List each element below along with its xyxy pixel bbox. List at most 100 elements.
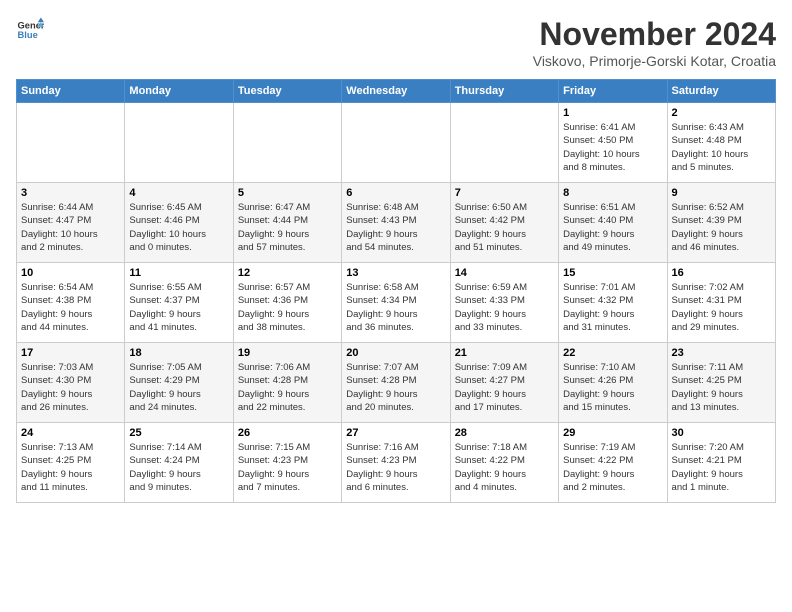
day-cell: 9 Sunrise: 6:52 AM Sunset: 4:39 PM Daylig…: [667, 183, 775, 263]
day-info: Sunrise: 6:47 AM Sunset: 4:44 PM Dayligh…: [238, 201, 337, 254]
day-cell: 30 Sunrise: 7:20 AM Sunset: 4:21 PM Dayli…: [667, 423, 775, 503]
day-info: Sunrise: 7:14 AM Sunset: 4:24 PM Dayligh…: [129, 441, 228, 494]
day-cell: 6 Sunrise: 6:48 AM Sunset: 4:43 PM Daylig…: [342, 183, 450, 263]
day-info: Sunrise: 6:55 AM Sunset: 4:37 PM Dayligh…: [129, 281, 228, 334]
day-cell: 22Sunrise: 7:10 AM Sunset: 4:26 PM Dayli…: [559, 343, 667, 423]
day-info: Sunrise: 6:51 AM Sunset: 4:40 PM Dayligh…: [563, 201, 662, 254]
column-header-tuesday: Tuesday: [233, 80, 341, 103]
day-cell: 5 Sunrise: 6:47 AM Sunset: 4:44 PM Daylig…: [233, 183, 341, 263]
day-number: 20: [346, 347, 445, 359]
day-cell: [233, 103, 341, 183]
day-number: 6: [346, 187, 445, 199]
logo-icon: General Blue: [16, 16, 44, 44]
svg-text:Blue: Blue: [18, 30, 38, 40]
day-cell: 16 Sunrise: 7:02 AM Sunset: 4:31 PM Dayli…: [667, 263, 775, 343]
location-title: Viskovo, Primorje-Gorski Kotar, Croatia: [533, 53, 776, 69]
day-info: Sunrise: 6:50 AM Sunset: 4:42 PM Dayligh…: [455, 201, 554, 254]
week-row-5: 24 Sunrise: 7:13 AM Sunset: 4:25 PM Dayli…: [17, 423, 776, 503]
day-number: 15: [563, 267, 662, 279]
day-cell: 17 Sunrise: 7:03 AM Sunset: 4:30 PM Dayli…: [17, 343, 125, 423]
day-cell: 11 Sunrise: 6:55 AM Sunset: 4:37 PM Dayli…: [125, 263, 233, 343]
day-cell: 18 Sunrise: 7:05 AM Sunset: 4:29 PM Dayli…: [125, 343, 233, 423]
calendar-table: SundayMondayTuesdayWednesdayThursdayFrid…: [16, 79, 776, 503]
day-cell: 4 Sunrise: 6:45 AM Sunset: 4:46 PM Daylig…: [125, 183, 233, 263]
day-info: Sunrise: 7:18 AM Sunset: 4:22 PM Dayligh…: [455, 441, 554, 494]
day-info: Sunrise: 6:45 AM Sunset: 4:46 PM Dayligh…: [129, 201, 228, 254]
day-cell: 26 Sunrise: 7:15 AM Sunset: 4:23 PM Dayli…: [233, 423, 341, 503]
day-number: 2: [672, 107, 771, 119]
day-info: Sunrise: 7:13 AM Sunset: 4:25 PM Dayligh…: [21, 441, 120, 494]
day-info: Sunrise: 7:15 AM Sunset: 4:23 PM Dayligh…: [238, 441, 337, 494]
day-info: Sunrise: 7:16 AM Sunset: 4:23 PM Dayligh…: [346, 441, 445, 494]
day-number: 8: [563, 187, 662, 199]
day-number: 11: [129, 267, 228, 279]
day-cell: 2 Sunrise: 6:43 AM Sunset: 4:48 PM Daylig…: [667, 103, 775, 183]
day-cell: 15 Sunrise: 7:01 AM Sunset: 4:32 PM Dayli…: [559, 263, 667, 343]
day-cell: 10 Sunrise: 6:54 AM Sunset: 4:38 PM Dayli…: [17, 263, 125, 343]
day-number: 24: [21, 427, 120, 439]
day-cell: [342, 103, 450, 183]
day-number: 28: [455, 427, 554, 439]
day-number: 18: [129, 347, 228, 359]
day-number: 7: [455, 187, 554, 199]
day-cell: [17, 103, 125, 183]
day-info: Sunrise: 6:52 AM Sunset: 4:39 PM Dayligh…: [672, 201, 771, 254]
header: General Blue November 2024 Viskovo, Prim…: [16, 16, 776, 69]
title-area: November 2024 Viskovo, Primorje-Gorski K…: [533, 16, 776, 69]
column-header-wednesday: Wednesday: [342, 80, 450, 103]
day-number: 16: [672, 267, 771, 279]
day-info: Sunrise: 6:43 AM Sunset: 4:48 PM Dayligh…: [672, 121, 771, 174]
column-header-friday: Friday: [559, 80, 667, 103]
day-cell: 29Sunrise: 7:19 AM Sunset: 4:22 PM Dayli…: [559, 423, 667, 503]
day-info: Sunrise: 6:44 AM Sunset: 4:47 PM Dayligh…: [21, 201, 120, 254]
day-number: 9: [672, 187, 771, 199]
day-number: 10: [21, 267, 120, 279]
day-cell: 8 Sunrise: 6:51 AM Sunset: 4:40 PM Daylig…: [559, 183, 667, 263]
day-cell: 27 Sunrise: 7:16 AM Sunset: 4:23 PM Dayli…: [342, 423, 450, 503]
day-info: Sunrise: 7:19 AM Sunset: 4:22 PM Dayligh…: [563, 441, 662, 494]
week-row-1: 1Sunrise: 6:41 AM Sunset: 4:50 PM Daylig…: [17, 103, 776, 183]
day-number: 27: [346, 427, 445, 439]
day-number: 22: [563, 347, 662, 359]
day-info: Sunrise: 6:48 AM Sunset: 4:43 PM Dayligh…: [346, 201, 445, 254]
day-info: Sunrise: 7:20 AM Sunset: 4:21 PM Dayligh…: [672, 441, 771, 494]
logo: General Blue: [16, 16, 44, 44]
day-number: 14: [455, 267, 554, 279]
day-info: Sunrise: 6:54 AM Sunset: 4:38 PM Dayligh…: [21, 281, 120, 334]
day-info: Sunrise: 6:57 AM Sunset: 4:36 PM Dayligh…: [238, 281, 337, 334]
day-cell: 20 Sunrise: 7:07 AM Sunset: 4:28 PM Dayli…: [342, 343, 450, 423]
month-title: November 2024: [533, 16, 776, 53]
day-info: Sunrise: 7:03 AM Sunset: 4:30 PM Dayligh…: [21, 361, 120, 414]
day-cell: 13Sunrise: 6:58 AM Sunset: 4:34 PM Dayli…: [342, 263, 450, 343]
day-info: Sunrise: 7:01 AM Sunset: 4:32 PM Dayligh…: [563, 281, 662, 334]
day-number: 19: [238, 347, 337, 359]
column-header-sunday: Sunday: [17, 80, 125, 103]
day-info: Sunrise: 7:02 AM Sunset: 4:31 PM Dayligh…: [672, 281, 771, 334]
day-info: Sunrise: 7:11 AM Sunset: 4:25 PM Dayligh…: [672, 361, 771, 414]
day-info: Sunrise: 7:09 AM Sunset: 4:27 PM Dayligh…: [455, 361, 554, 414]
day-number: 4: [129, 187, 228, 199]
day-number: 5: [238, 187, 337, 199]
day-cell: 24 Sunrise: 7:13 AM Sunset: 4:25 PM Dayli…: [17, 423, 125, 503]
day-cell: 28 Sunrise: 7:18 AM Sunset: 4:22 PM Dayli…: [450, 423, 558, 503]
column-header-saturday: Saturday: [667, 80, 775, 103]
day-number: 17: [21, 347, 120, 359]
day-cell: 12 Sunrise: 6:57 AM Sunset: 4:36 PM Dayli…: [233, 263, 341, 343]
day-number: 12: [238, 267, 337, 279]
day-number: 26: [238, 427, 337, 439]
day-cell: 19Sunrise: 7:06 AM Sunset: 4:28 PM Dayli…: [233, 343, 341, 423]
week-row-4: 17 Sunrise: 7:03 AM Sunset: 4:30 PM Dayli…: [17, 343, 776, 423]
week-row-2: 3Sunrise: 6:44 AM Sunset: 4:47 PM Daylig…: [17, 183, 776, 263]
day-info: Sunrise: 7:05 AM Sunset: 4:29 PM Dayligh…: [129, 361, 228, 414]
day-info: Sunrise: 7:07 AM Sunset: 4:28 PM Dayligh…: [346, 361, 445, 414]
day-cell: 7 Sunrise: 6:50 AM Sunset: 4:42 PM Daylig…: [450, 183, 558, 263]
day-cell: 14Sunrise: 6:59 AM Sunset: 4:33 PM Dayli…: [450, 263, 558, 343]
day-cell: 25Sunrise: 7:14 AM Sunset: 4:24 PM Dayli…: [125, 423, 233, 503]
day-number: 30: [672, 427, 771, 439]
day-cell: 21 Sunrise: 7:09 AM Sunset: 4:27 PM Dayli…: [450, 343, 558, 423]
day-cell: 23Sunrise: 7:11 AM Sunset: 4:25 PM Dayli…: [667, 343, 775, 423]
column-header-monday: Monday: [125, 80, 233, 103]
day-number: 21: [455, 347, 554, 359]
day-cell: [125, 103, 233, 183]
day-info: Sunrise: 6:58 AM Sunset: 4:34 PM Dayligh…: [346, 281, 445, 334]
